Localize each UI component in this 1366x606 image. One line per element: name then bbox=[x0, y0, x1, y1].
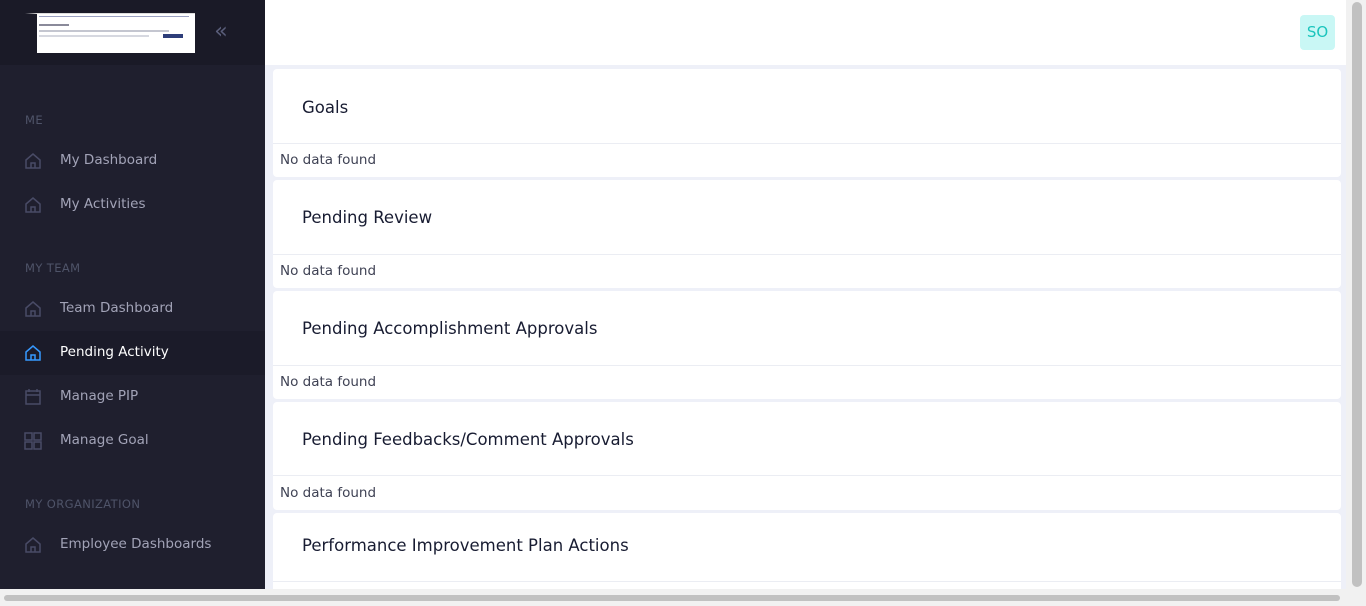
section-label-my-team: MY TEAM bbox=[25, 261, 81, 275]
card-title: Pending Accomplishment Approvals bbox=[302, 319, 598, 338]
top-header bbox=[265, 0, 1346, 65]
card-header: Goals bbox=[273, 69, 1341, 144]
performance-improvement-plan-actions-card: Performance Improvement Plan Actions bbox=[273, 513, 1341, 589]
vertical-scrollbar-thumb[interactable] bbox=[1352, 2, 1362, 587]
sidebar-item-label: My Dashboard bbox=[60, 152, 158, 168]
sidebar-item-my-activities[interactable]: My Activities bbox=[0, 183, 265, 227]
calendar-icon bbox=[25, 389, 41, 405]
goals-card: Goals No data found bbox=[273, 69, 1341, 177]
home-icon bbox=[25, 197, 41, 213]
company-logo[interactable] bbox=[25, 13, 195, 53]
pending-accomplishment-approvals-card: Pending Accomplishment Approvals No data… bbox=[273, 291, 1341, 399]
pending-review-card: Pending Review No data found bbox=[273, 180, 1341, 288]
sidebar-item-team-dashboard[interactable]: Team Dashboard bbox=[0, 287, 265, 331]
card-title: Pending Review bbox=[302, 208, 433, 227]
user-avatar[interactable]: SO bbox=[1300, 15, 1335, 50]
home-icon bbox=[25, 345, 41, 361]
card-header: Pending Accomplishment Approvals bbox=[273, 291, 1341, 366]
sidebar-item-label: My Activities bbox=[60, 196, 146, 212]
home-icon bbox=[25, 153, 41, 169]
sidebar-item-label: Manage PIP bbox=[60, 388, 139, 404]
section-label-my-organization: MY ORGANIZATION bbox=[25, 497, 141, 511]
card-title: Pending Feedbacks/Comment Approvals bbox=[302, 430, 634, 449]
empty-state-text: No data found bbox=[280, 374, 377, 390]
horizontal-scrollbar[interactable] bbox=[0, 589, 1366, 606]
empty-state-text: No data found bbox=[280, 152, 377, 168]
empty-state-text: No data found bbox=[280, 263, 377, 279]
home-icon bbox=[25, 537, 41, 553]
card-title: Performance Improvement Plan Actions bbox=[302, 536, 629, 555]
sidebar-item-label: Team Dashboard bbox=[60, 300, 174, 316]
pending-feedbacks-comment-approvals-card: Pending Feedbacks/Comment Approvals No d… bbox=[273, 402, 1341, 510]
section-label-me: ME bbox=[25, 113, 43, 127]
sidebar-item-label: Employee Dashboards bbox=[60, 536, 212, 552]
sidebar-header: « bbox=[0, 0, 265, 65]
card-title: Goals bbox=[302, 98, 349, 117]
card-header: Pending Review bbox=[273, 180, 1341, 255]
sidebar: « ME My Dashboard My Activities MY TEAM … bbox=[0, 0, 265, 589]
main-content: Goals No data found Pending Review No da… bbox=[265, 65, 1346, 589]
collapse-sidebar-button[interactable]: « bbox=[208, 19, 234, 44]
sidebar-item-my-dashboard[interactable]: My Dashboard bbox=[0, 139, 265, 183]
empty-state-text: No data found bbox=[280, 485, 377, 501]
sidebar-item-manage-pip[interactable]: Manage PIP bbox=[0, 375, 265, 419]
double-chevron-left-icon: « bbox=[214, 19, 228, 44]
home-icon bbox=[25, 301, 41, 317]
sidebar-item-manage-goal[interactable]: Manage Goal bbox=[0, 419, 265, 463]
card-header: Performance Improvement Plan Actions bbox=[273, 513, 1341, 582]
sidebar-item-label: Pending Activity bbox=[60, 344, 169, 360]
grid-icon bbox=[24, 432, 42, 450]
vertical-scrollbar[interactable] bbox=[1346, 0, 1366, 589]
sidebar-item-pending-activity[interactable]: Pending Activity bbox=[0, 331, 265, 375]
horizontal-scrollbar-thumb[interactable] bbox=[4, 595, 1340, 601]
sidebar-item-label: Manage Goal bbox=[60, 432, 149, 448]
sidebar-item-employee-dashboards[interactable]: Employee Dashboards bbox=[0, 523, 265, 567]
card-header: Pending Feedbacks/Comment Approvals bbox=[273, 402, 1341, 476]
